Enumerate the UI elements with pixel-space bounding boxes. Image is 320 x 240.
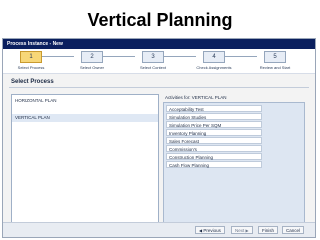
activities-label: Activities for: VERTICAL PLAN xyxy=(165,95,227,100)
chevron-left-icon: ◀ xyxy=(199,228,203,233)
section-title: Select Process xyxy=(11,79,54,85)
step-number: 1 xyxy=(20,51,42,63)
previous-button[interactable]: ◀ Previous xyxy=(195,226,225,234)
button-bar: ◀ Previous Next ▶ Finish Cancel xyxy=(3,222,315,237)
chevron-right-icon: ▶ xyxy=(245,228,249,233)
step-number: 2 xyxy=(81,51,103,63)
step-number: 4 xyxy=(203,51,225,63)
activity-item[interactable]: Simulation Price Per SQM xyxy=(166,121,262,128)
previous-label: Previous xyxy=(203,228,221,233)
activity-item[interactable]: Sales Forecast xyxy=(166,137,262,144)
process-item-horizontal-plan[interactable]: HORIZONTAL PLAN xyxy=(12,97,158,105)
next-button[interactable]: Next ▶ xyxy=(231,226,253,234)
step-number: 3 xyxy=(142,51,164,63)
step-label: Review and Start xyxy=(259,65,291,70)
activity-item[interactable]: Construction Planning xyxy=(166,153,262,160)
cancel-label: Cancel xyxy=(286,228,301,233)
window-title: Process Instance - New xyxy=(3,39,315,49)
wizard-step-select-context[interactable]: 3 Select Context xyxy=(127,51,179,71)
wizard-step-select-owner[interactable]: 2 Select Owner xyxy=(66,51,118,71)
activity-item[interactable]: Cash Flow Planning xyxy=(166,161,262,168)
step-label: Select Owner xyxy=(79,65,104,70)
wizard-steps: 1 Select Process 2 Select Owner 3 Select… xyxy=(3,49,315,74)
wizard-step-check-assignments[interactable]: 4 Check Assignments xyxy=(188,51,240,71)
step-number: 5 xyxy=(264,51,286,63)
wizard-step-review-and-start[interactable]: 5 Review and Start xyxy=(249,51,301,71)
process-list[interactable]: HORIZONTAL PLAN VERTICAL PLAN xyxy=(11,94,159,226)
slide-title: Vertical Planning xyxy=(87,10,233,30)
activity-item[interactable]: Acceptability Test xyxy=(166,105,262,112)
wizard-step-select-process[interactable]: 1 Select Process xyxy=(5,51,57,71)
process-item-vertical-plan[interactable]: VERTICAL PLAN xyxy=(12,114,158,122)
step-label: Select Process xyxy=(17,65,45,70)
step-label: Select Context xyxy=(139,65,166,70)
activity-item[interactable]: Commission's xyxy=(166,145,262,152)
process-instance-window: Process Instance - New 1 Select Process … xyxy=(2,38,316,238)
finish-label: Finish xyxy=(262,228,275,233)
section-divider xyxy=(9,87,309,88)
activities-list: Acceptability Test Simulation Studies Si… xyxy=(163,102,305,226)
cancel-button[interactable]: Cancel xyxy=(282,226,305,234)
activity-item[interactable]: Simulation Studies xyxy=(166,113,262,120)
step-label: Check Assignments xyxy=(196,65,232,70)
finish-button[interactable]: Finish xyxy=(258,226,279,234)
next-label: Next xyxy=(235,228,245,233)
activity-item[interactable]: Inventory Planning xyxy=(166,129,262,136)
